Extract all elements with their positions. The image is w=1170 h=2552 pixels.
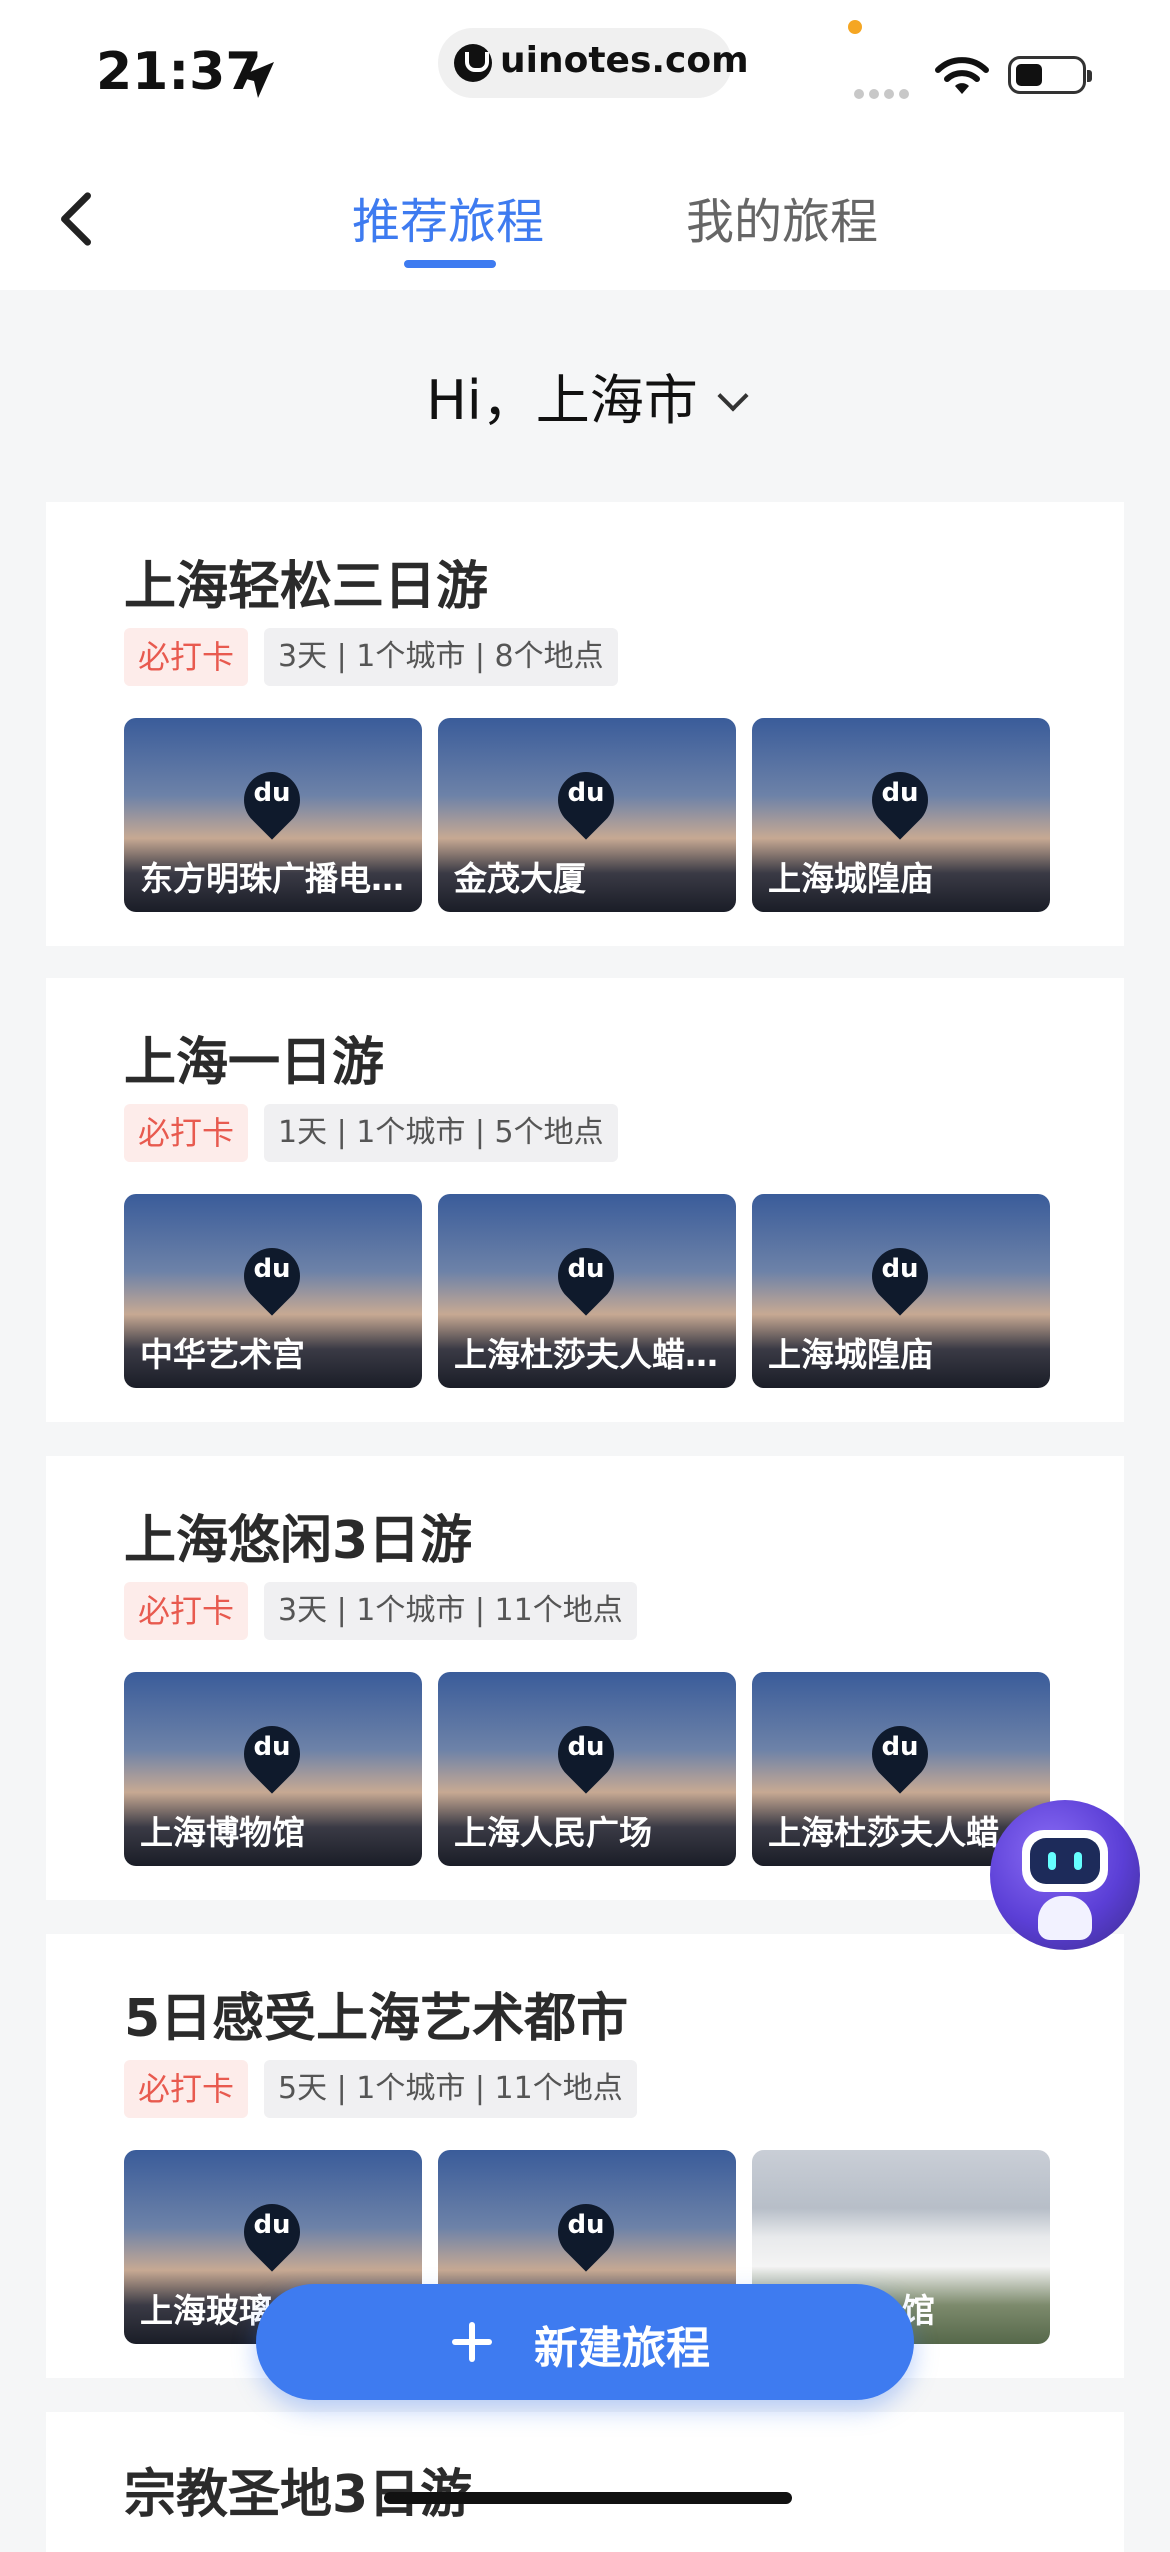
location-arrow-icon bbox=[238, 62, 274, 98]
trip-info: 5天 | 1个城市 | 11个地点 bbox=[264, 2060, 637, 2118]
trip-title: 上海悠闲3日游 bbox=[124, 1511, 473, 1571]
back-icon[interactable] bbox=[52, 190, 100, 248]
place-name: 上海杜莎夫人蜡… bbox=[454, 1335, 718, 1374]
place-thumb[interactable]: du 金茂大厦 bbox=[438, 718, 736, 912]
place-thumb[interactable]: du 上海城隍庙 bbox=[752, 718, 1050, 912]
signal-icon bbox=[854, 84, 914, 103]
place-thumb[interactable]: du 上海城隍庙 bbox=[752, 1194, 1050, 1388]
tab-my-trips[interactable]: 我的旅程 bbox=[686, 182, 878, 252]
trip-info: 1天 | 1个城市 | 5个地点 bbox=[264, 1104, 618, 1162]
wifi-icon bbox=[935, 57, 989, 94]
chevron-down-icon bbox=[717, 380, 749, 412]
place-name: 馆 bbox=[902, 2291, 935, 2330]
trip-card[interactable]: 宗教圣地3日游 bbox=[46, 2412, 1124, 2552]
place-thumb[interactable]: du 上海杜莎夫人蜡… bbox=[438, 1194, 736, 1388]
trip-card[interactable]: 上海轻松三日游 必打卡 3天 | 1个城市 | 8个地点 du 东方明珠广播电…… bbox=[46, 502, 1124, 946]
new-trip-button[interactable]: 新建旅程 bbox=[256, 2284, 914, 2400]
trip-title: 上海轻松三日游 bbox=[124, 557, 489, 617]
place-name: 金茂大厦 bbox=[454, 859, 586, 898]
place-thumb[interactable]: du 东方明珠广播电… bbox=[124, 718, 422, 912]
status-bar: 21:37 uinotes.com bbox=[0, 0, 1170, 150]
site-logo-icon bbox=[454, 44, 492, 82]
tab-recommended[interactable]: 推荐旅程 bbox=[352, 182, 544, 252]
place-name: 上海博物馆 bbox=[140, 1813, 305, 1852]
must-visit-badge: 必打卡 bbox=[124, 1582, 249, 1640]
privacy-indicator bbox=[848, 20, 862, 34]
place-name: 上海人民广场 bbox=[454, 1813, 652, 1852]
new-trip-label: 新建旅程 bbox=[534, 2323, 710, 2374]
active-tab-indicator bbox=[404, 260, 496, 268]
assistant-robot-icon[interactable] bbox=[990, 1800, 1140, 1950]
url-pill[interactable]: uinotes.com bbox=[438, 28, 749, 98]
place-name: 上海城隍庙 bbox=[768, 859, 933, 898]
greeting-text: Hi，上海市 bbox=[426, 369, 698, 432]
must-visit-badge: 必打卡 bbox=[124, 2060, 249, 2118]
trip-card[interactable]: 上海悠闲3日游 必打卡 3天 | 1个城市 | 11个地点 du 上海博物馆 d… bbox=[46, 1456, 1124, 1900]
trip-title: 5日感受上海艺术都市 bbox=[124, 1989, 629, 2049]
battery-icon bbox=[1008, 56, 1092, 94]
must-visit-badge: 必打卡 bbox=[124, 628, 249, 686]
url-text: uinotes.com bbox=[500, 40, 749, 81]
trip-card[interactable]: 上海一日游 必打卡 1天 | 1个城市 | 5个地点 du 中华艺术宫 du 上… bbox=[46, 978, 1124, 1422]
place-name: 上海杜莎夫人蜡 bbox=[768, 1813, 999, 1852]
place-thumb[interactable]: du 上海人民广场 bbox=[438, 1672, 736, 1866]
trip-info: 3天 | 1个城市 | 8个地点 bbox=[264, 628, 618, 686]
trip-title: 上海一日游 bbox=[124, 1033, 385, 1093]
place-name: 中华艺术宫 bbox=[140, 1335, 305, 1374]
plus-icon bbox=[452, 2322, 492, 2362]
trip-title: 宗教圣地3日游 bbox=[124, 2465, 473, 2525]
place-thumb[interactable]: du 中华艺术宫 bbox=[124, 1194, 422, 1388]
must-visit-badge: 必打卡 bbox=[124, 1104, 249, 1162]
place-name: 上海城隍庙 bbox=[768, 1335, 933, 1374]
place-name: 东方明珠广播电… bbox=[140, 859, 404, 898]
trip-info: 3天 | 1个城市 | 11个地点 bbox=[264, 1582, 637, 1640]
place-thumb[interactable]: du 上海博物馆 bbox=[124, 1672, 422, 1866]
home-indicator[interactable] bbox=[384, 2492, 792, 2504]
city-selector[interactable]: Hi，上海市 bbox=[0, 356, 1170, 435]
top-nav: 推荐旅程 我的旅程 bbox=[0, 150, 1170, 290]
